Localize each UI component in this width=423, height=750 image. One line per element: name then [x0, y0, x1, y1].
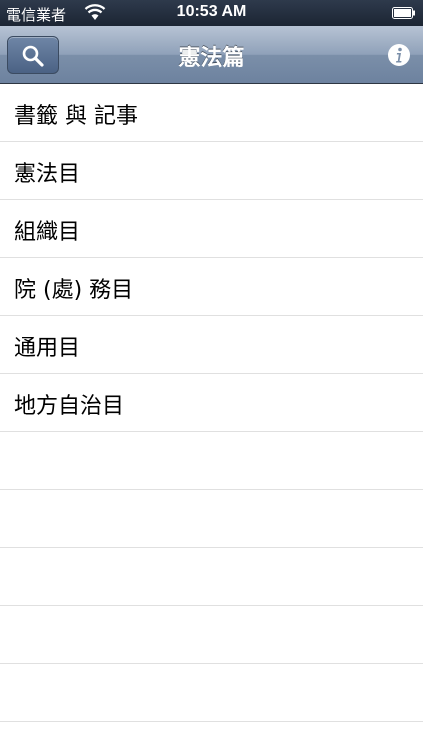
navigation-bar: 憲法篇 — [0, 26, 423, 84]
list-item-label: 通用目 — [14, 336, 81, 361]
list-item-label: 書籤 與 記事 — [14, 104, 138, 129]
info-icon[interactable] — [387, 43, 411, 67]
page-title: 憲法篇 — [178, 46, 245, 71]
list-item-label: 組織目 — [14, 220, 81, 245]
list-item[interactable]: 通用目 — [0, 316, 423, 374]
list-item-label: 院 (處) 務目 — [14, 278, 134, 303]
battery-icon — [392, 7, 415, 19]
empty-row — [0, 664, 423, 722]
list-item-label: 憲法目 — [14, 162, 81, 187]
list-item[interactable]: 憲法目 — [0, 142, 423, 200]
empty-row — [0, 606, 423, 664]
menu-list: 書籤 與 記事 憲法目 組織目 院 (處) 務目 通用目 地方自治目 — [0, 84, 423, 722]
empty-row — [0, 432, 423, 490]
list-item[interactable]: 院 (處) 務目 — [0, 258, 423, 316]
list-item[interactable]: 地方自治目 — [0, 374, 423, 432]
empty-row — [0, 490, 423, 548]
status-bar: 電信業者 10:53 AM — [0, 0, 423, 26]
list-item[interactable]: 組織目 — [0, 200, 423, 258]
list-item[interactable]: 書籤 與 記事 — [0, 84, 423, 142]
status-time: 10:53 AM — [176, 3, 247, 20]
list-item-label: 地方自治目 — [14, 394, 125, 419]
empty-row — [0, 548, 423, 606]
